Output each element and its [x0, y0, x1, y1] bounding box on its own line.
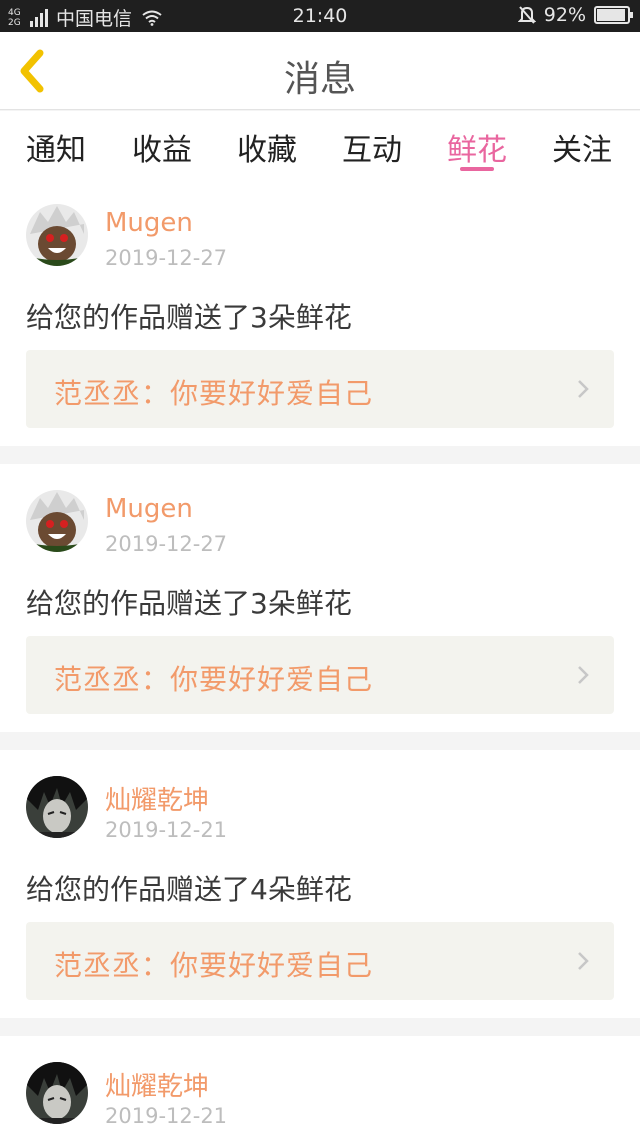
tab-favorites[interactable]: 收藏: [217, 125, 317, 169]
avatar[interactable]: [26, 490, 88, 552]
battery-percent: 92%: [543, 4, 586, 26]
active-tab-indicator: [460, 167, 494, 171]
avatar[interactable]: [26, 1062, 88, 1124]
username[interactable]: 灿耀乾坤: [105, 780, 209, 817]
quoted-work[interactable]: 范丞丞：你要好好爱自己: [26, 350, 614, 428]
message-date: 2019-12-21: [105, 818, 228, 842]
message-date: 2019-12-27: [105, 532, 228, 556]
quoted-work-text: 范丞丞：你要好好爱自己: [54, 663, 374, 696]
avatar[interactable]: [26, 204, 88, 266]
message-text: 给您的作品赠送了3朵鲜花: [26, 301, 352, 334]
username[interactable]: 灿耀乾坤: [105, 1066, 209, 1103]
chevron-right-icon: [578, 380, 589, 398]
tab-following[interactable]: 关注: [532, 125, 632, 169]
message-date: 2019-12-21: [105, 1104, 228, 1128]
tab-earnings[interactable]: 收益: [112, 125, 212, 169]
username[interactable]: Mugen: [105, 494, 193, 524]
message-card: Mugen 2019-12-27 给您的作品赠送了3朵鲜花 范丞丞：你要好好爱自…: [0, 182, 640, 446]
message-card: 灿耀乾坤 2019-12-21: [0, 1036, 640, 1138]
status-right: 92%: [517, 4, 633, 26]
quoted-work-text: 范丞丞：你要好好爱自己: [54, 949, 374, 982]
avatar[interactable]: [26, 776, 88, 838]
bell-muted-icon: [517, 6, 536, 24]
quoted-work-text: 范丞丞：你要好好爱自己: [54, 377, 374, 410]
page-title: 消息: [283, 59, 356, 100]
tab-notifications[interactable]: 通知: [6, 125, 106, 169]
battery-fill: [597, 9, 625, 21]
message-date: 2019-12-27: [105, 246, 228, 270]
header: 消息: [0, 32, 640, 110]
quoted-work[interactable]: 范丞丞：你要好好爱自己: [26, 636, 614, 714]
message-text: 给您的作品赠送了3朵鲜花: [26, 587, 352, 620]
chevron-right-icon: [578, 952, 589, 970]
message-card: 灿耀乾坤 2019-12-21 给您的作品赠送了4朵鲜花 范丞丞：你要好好爱自己: [0, 750, 640, 1018]
battery-icon: [594, 6, 633, 24]
quoted-work[interactable]: 范丞丞：你要好好爱自己: [26, 922, 614, 1000]
status-bar: 4G 2G 中国电信 21:40 92%: [0, 0, 640, 32]
tab-interactions[interactable]: 互动: [322, 125, 422, 169]
username[interactable]: Mugen: [105, 208, 193, 238]
message-card: Mugen 2019-12-27 给您的作品赠送了3朵鲜花 范丞丞：你要好好爱自…: [0, 464, 640, 732]
chevron-right-icon: [578, 666, 589, 684]
message-text: 给您的作品赠送了4朵鲜花: [26, 873, 352, 906]
tab-flowers[interactable]: 鲜花: [427, 125, 527, 169]
tab-bar: 通知 收益 收藏 互动 鲜花 关注: [0, 111, 640, 182]
